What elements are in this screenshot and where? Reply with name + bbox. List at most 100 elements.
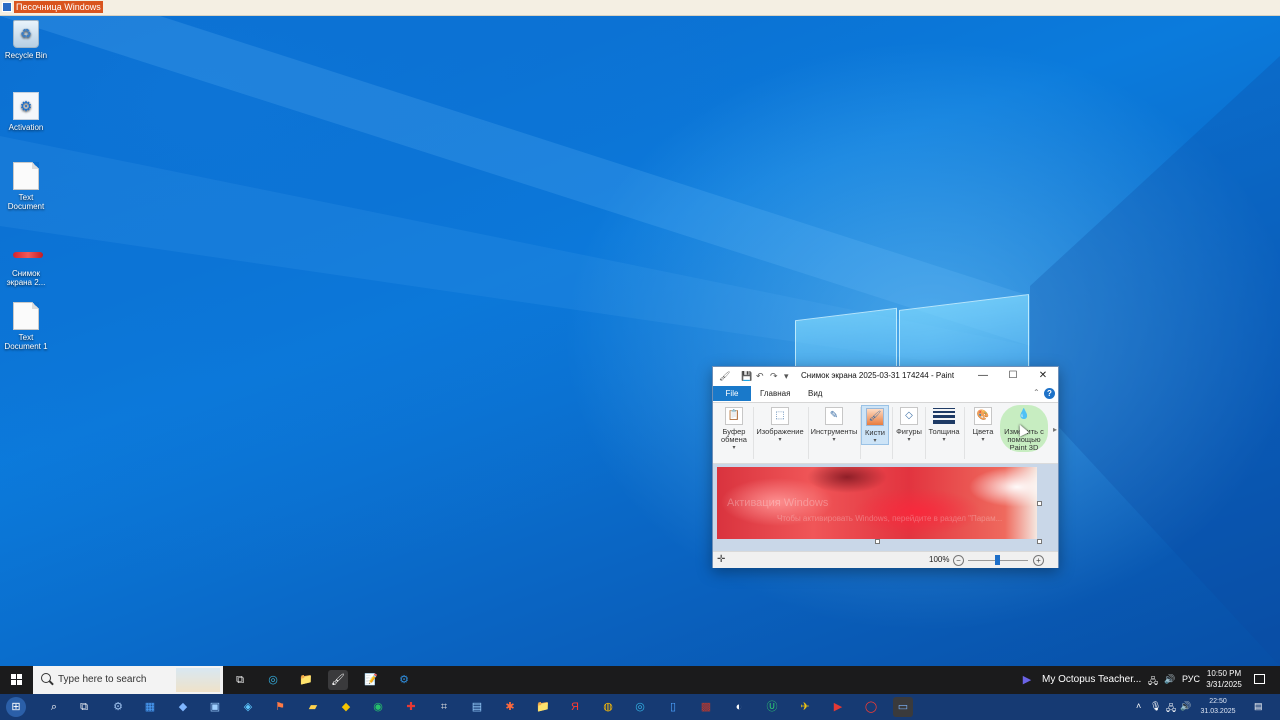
host-app-icon-16[interactable]: Ⓤ — [762, 697, 782, 717]
brushes-label: Кисти — [865, 428, 885, 437]
chevron-down-icon: ▾ — [907, 437, 911, 443]
ribbon-scroll-right-icon[interactable]: ▸ — [1053, 425, 1057, 434]
shapes-icon: ◇ — [900, 407, 918, 425]
desktop[interactable]: ♻ Recycle Bin ⚙ Activation Text Document… — [0, 16, 1280, 666]
host-chrome-icon[interactable]: ◍ — [598, 697, 618, 717]
host-search-icon[interactable]: ⌕ — [44, 697, 64, 717]
clock-time: 10:50 PM — [1206, 669, 1242, 678]
host-volume-icon[interactable]: 🔊 — [1180, 701, 1191, 712]
host-app-icon-13[interactable]: ✱ — [500, 697, 520, 717]
host-app-icon-11[interactable]: ⌗ — [434, 697, 454, 717]
text-document-icon — [13, 162, 39, 190]
volume-icon[interactable]: 🔊 — [1164, 674, 1175, 685]
host-tray-expand-icon[interactable]: ˄ — [1136, 701, 1141, 711]
host-app-icon-7[interactable]: ▰ — [303, 697, 323, 717]
activation-taskbar-icon[interactable]: ⚙ — [394, 670, 414, 690]
taskbar-clock[interactable]: 10:50 PM 3/31/2025 — [1198, 668, 1250, 690]
host-app-icon-17[interactable]: ✈ — [795, 697, 815, 717]
host-app-icon-15[interactable]: ▩ — [696, 697, 716, 717]
notepad-icon[interactable]: 📝 — [361, 670, 381, 690]
thickness-group[interactable]: Толщина ▾ — [926, 405, 962, 444]
undo-icon[interactable]: ↶ — [756, 371, 764, 381]
host-app-icon-5[interactable]: ◈ — [238, 697, 258, 717]
host-sandbox-icon[interactable]: ▭ — [893, 697, 913, 717]
thickness-label: Толщина — [928, 427, 960, 436]
desktop-icon-recycle-bin[interactable]: ♻ Recycle Bin — [0, 20, 52, 60]
running-app-title[interactable]: My Octopus Teacher... — [1042, 674, 1141, 685]
customize-toolbar-icon[interactable]: ▾ — [784, 371, 789, 381]
zoom-in-button[interactable]: + — [1033, 555, 1044, 566]
minimize-button[interactable]: — — [968, 367, 998, 385]
network-icon[interactable]: 🖧 — [1148, 674, 1158, 690]
host-clock-time: 22:50 — [1209, 698, 1227, 705]
resize-handle-bottom[interactable] — [875, 539, 880, 544]
taskbar-search-box[interactable]: Type here to search — [33, 666, 223, 694]
zoom-slider-thumb[interactable] — [995, 555, 1000, 565]
canvas-area[interactable]: Активация Windows Чтобы активировать Win… — [713, 464, 1058, 551]
desktop-icon-activation[interactable]: ⚙ Activation — [0, 92, 52, 132]
save-icon[interactable]: 💾 — [741, 371, 752, 381]
desktop-icon-text-document-1[interactable]: Text Document 1 — [0, 302, 52, 351]
activation-icon: ⚙ — [13, 92, 39, 120]
colors-group[interactable]: 🎨 Цвета ▾ — [966, 405, 1000, 444]
paint-title-bar[interactable]: 🖌 💾 ↶ ↷ ▾ Снимок экрана 2025-03-31 17424… — [713, 367, 1058, 385]
tab-view[interactable]: Вид — [808, 387, 822, 400]
close-button[interactable]: ✕ — [1028, 367, 1058, 385]
status-bar: ✛ 100% − + — [713, 551, 1058, 568]
file-explorer-icon[interactable]: 📁 — [296, 670, 316, 690]
host-start-button[interactable]: ⊞ — [6, 697, 26, 717]
media-app-icon[interactable]: ▶ — [1020, 670, 1034, 690]
sandbox-title-bar: Песочница Windows — [0, 0, 1280, 16]
notification-center-icon[interactable] — [1254, 674, 1265, 684]
redo-icon[interactable]: ↷ — [770, 371, 778, 381]
host-app-icon-6[interactable]: ⚑ — [270, 697, 290, 717]
resize-handle-right[interactable] — [1037, 501, 1042, 506]
paint-app-icon[interactable]: 🖌 — [719, 371, 730, 381]
zoom-out-button[interactable]: − — [953, 555, 964, 566]
host-opera-icon[interactable]: ◯ — [861, 697, 881, 717]
host-app-icon-10[interactable]: ✚ — [401, 697, 421, 717]
search-highlight-image — [176, 668, 220, 692]
host-folder-icon[interactable]: 📁 — [533, 697, 553, 717]
help-icon[interactable]: ? — [1044, 388, 1055, 399]
maximize-button[interactable]: ☐ — [998, 367, 1028, 385]
host-yandex-icon[interactable]: Я — [565, 697, 585, 717]
desktop-icon-screenshot[interactable]: Снимок экрана 2... — [0, 242, 52, 287]
host-steam-icon[interactable]: ◐ — [729, 697, 749, 717]
collapse-ribbon-icon[interactable]: ⌃ — [1033, 388, 1040, 397]
host-task-view-icon[interactable]: ⧉ — [74, 697, 94, 717]
edge-icon[interactable]: ◎ — [263, 670, 283, 690]
host-notification-icon[interactable]: ▤ — [1254, 701, 1263, 712]
host-network-icon[interactable]: 🖧 — [1166, 701, 1176, 717]
tools-group[interactable]: ✎ Инструменты ▾ — [809, 405, 859, 444]
canvas-image[interactable]: Активация Windows Чтобы активировать Win… — [717, 467, 1037, 539]
task-view-icon[interactable]: ⧉ — [230, 670, 250, 690]
paint-window-title: Снимок экрана 2025-03-31 174244 - Paint — [801, 371, 955, 380]
image-select-icon: ⬚ — [771, 407, 789, 425]
host-app-icon-8[interactable]: ◆ — [336, 697, 356, 717]
shapes-group[interactable]: ◇ Фигуры ▾ — [894, 405, 924, 444]
host-app-icon-4[interactable]: ▣ — [205, 697, 225, 717]
host-edge-icon[interactable]: ◎ — [630, 697, 650, 717]
desktop-icon-text-document[interactable]: Text Document — [0, 162, 52, 211]
tools-icon: ✎ — [825, 407, 843, 425]
tab-home[interactable]: Главная — [760, 387, 790, 400]
desktop-icon-label: Recycle Bin — [4, 51, 48, 60]
paint-window[interactable]: 🖌 💾 ↶ ↷ ▾ Снимок экрана 2025-03-31 17424… — [712, 366, 1059, 568]
tab-file[interactable]: File — [713, 386, 751, 401]
resize-handle-corner[interactable] — [1037, 539, 1042, 544]
start-button[interactable] — [0, 666, 32, 694]
host-mic-icon[interactable]: 🎙 — [1150, 701, 1161, 712]
host-media-icon[interactable]: ▶ — [828, 697, 848, 717]
image-group[interactable]: ⬚ Изображение ▾ — [754, 405, 806, 444]
host-app-icon-9[interactable]: ◉ — [368, 697, 388, 717]
host-app-icon-14[interactable]: ▯ — [663, 697, 683, 717]
host-clock[interactable]: 22:50 31.03.2025 — [1193, 697, 1243, 717]
host-app-icon-3[interactable]: ◆ — [173, 697, 193, 717]
host-app-icon-12[interactable]: ▤ — [467, 697, 487, 717]
host-app-icon-1[interactable]: ⚙ — [108, 697, 128, 717]
host-app-icon-2[interactable]: ▦ — [140, 697, 160, 717]
paint-taskbar-icon[interactable]: 🖌 — [328, 670, 348, 690]
brushes-group[interactable]: 🖌 Кисти ▾ — [861, 405, 889, 445]
clipboard-group[interactable]: 📋 Буфер обмена ▾ — [716, 405, 752, 452]
